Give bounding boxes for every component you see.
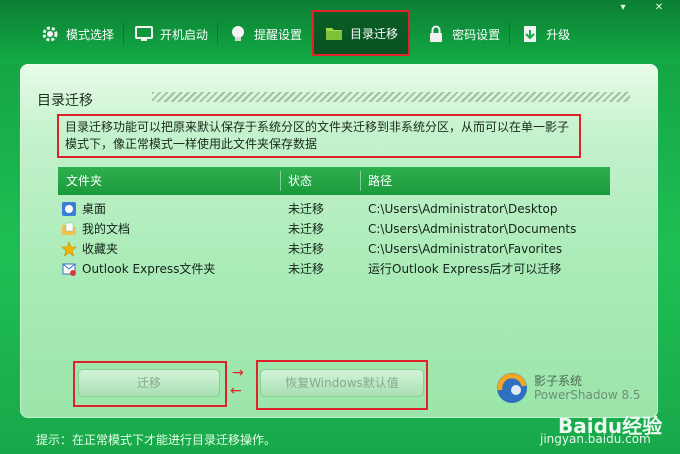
title-divider <box>152 92 630 102</box>
content-panel: 目录迁移 目录迁移功能可以把原来默认保存于系统分区的文件夹迁移到非系统分区，从而… <box>20 64 658 418</box>
panel-title: 目录迁移 <box>37 93 93 109</box>
table-row[interactable]: 我的文档 未迁移 C:\Users\Administrator\Document… <box>58 219 610 239</box>
arrow-right-icon: → <box>232 365 244 381</box>
tab-label: 提醒设置 <box>254 27 303 42</box>
folder-path: C:\Users\Administrator\Desktop <box>368 202 558 216</box>
folder-status: 未迁移 <box>288 242 325 256</box>
column-header-folder[interactable]: 文件夹 <box>66 167 102 195</box>
folder-path: 运行Outlook Express后才可以迁移 <box>368 262 562 276</box>
migrate-button[interactable]: 迁移 <box>78 369 220 397</box>
folder-name: 收藏夹 <box>82 242 119 256</box>
logo-product: PowerShadow 8.5 <box>534 388 641 402</box>
favorites-star-icon <box>61 241 77 257</box>
outlook-icon <box>61 261 77 277</box>
folder-status: 未迁移 <box>288 262 325 276</box>
main-toolbar: ▾ ✕ 模式选择 开机启动 提醒设置 目录迁移 密码设置 升级 <box>0 0 680 64</box>
tab-label: 开机启动 <box>160 27 209 42</box>
tab-label: 密码设置 <box>452 27 501 42</box>
desktop-icon <box>61 201 77 217</box>
column-divider <box>280 171 281 191</box>
folder-name: 我的文档 <box>82 222 131 236</box>
watermark-url: jingyan.baidu.com <box>540 432 651 446</box>
table-row[interactable]: 收藏夹 未迁移 C:\Users\Administrator\Favorites <box>58 239 610 259</box>
folder-status: 未迁移 <box>288 222 325 236</box>
status-tip: 提示：在正常模式下才能进行目录迁移操作。 <box>36 433 277 447</box>
table-row[interactable]: Outlook Express文件夹 未迁移 运行Outlook Express… <box>58 259 610 279</box>
tab-startup[interactable]: 开机启动 <box>124 13 219 55</box>
folder-status: 未迁移 <box>288 202 325 216</box>
column-header-path[interactable]: 路径 <box>368 167 392 195</box>
folder-icon <box>324 23 344 43</box>
folder-path: C:\Users\Administrator\Favorites <box>368 242 563 256</box>
tab-label: 模式选择 <box>66 27 115 42</box>
upgrade-icon <box>520 24 540 44</box>
monitor-icon <box>134 24 154 44</box>
tab-label: 升级 <box>546 27 571 42</box>
tab-directory-migration[interactable]: 目录迁移 <box>312 10 411 56</box>
tab-label: 目录迁移 <box>350 26 399 41</box>
folder-name: Outlook Express文件夹 <box>82 262 216 276</box>
description-text: 目录迁移功能可以把原来默认保存于系统分区的文件夹迁移到非系统分区，从而可以在单一… <box>57 114 581 158</box>
restore-defaults-button[interactable]: 恢复Windows默认值 <box>260 369 424 397</box>
table-row[interactable]: 桌面 未迁移 C:\Users\Administrator\Desktop <box>58 199 610 219</box>
arrow-left-icon: ← <box>230 383 242 399</box>
folder-name: 桌面 <box>82 202 107 216</box>
logo-name: 影子系统 <box>534 374 583 388</box>
tab-bar: 模式选择 开机启动 提醒设置 目录迁移 密码设置 升级 <box>30 10 580 56</box>
tab-mode-select[interactable]: 模式选择 <box>30 13 125 55</box>
minimize-button[interactable]: ▾ <box>616 2 630 14</box>
powershadow-logo-icon <box>497 373 527 403</box>
close-button[interactable]: ✕ <box>652 2 666 14</box>
gear-icon <box>40 24 60 44</box>
table-header: 文件夹 状态 路径 <box>58 167 610 195</box>
lock-icon <box>426 24 446 44</box>
bulb-icon <box>228 24 248 44</box>
column-header-status[interactable]: 状态 <box>288 167 312 195</box>
folder-path: C:\Users\Administrator\Documents <box>368 222 577 236</box>
tab-upgrade[interactable]: 升级 <box>510 13 580 55</box>
tab-reminder[interactable]: 提醒设置 <box>218 13 312 55</box>
tab-password[interactable]: 密码设置 <box>416 13 511 55</box>
documents-icon <box>61 221 77 237</box>
powershadow-logo: 影子系统 PowerShadow 8.5 <box>490 366 650 412</box>
column-divider <box>360 171 361 191</box>
